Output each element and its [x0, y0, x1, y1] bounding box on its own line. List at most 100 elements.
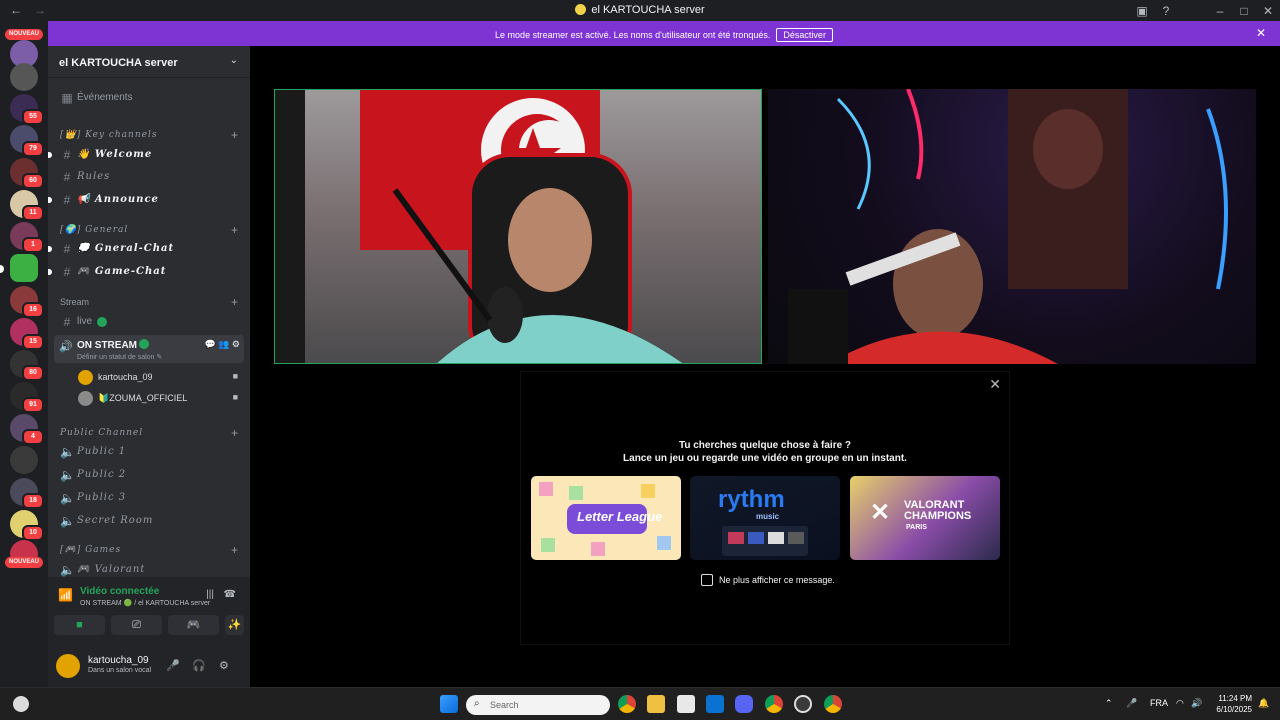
server-header[interactable]: el KARTOUCHA server ⌄	[48, 46, 250, 78]
notification-badge: 18	[22, 493, 44, 509]
channel-sidebar: el KARTOUCHA server ⌄ ▦ Événements [👑] K…	[48, 46, 250, 687]
notification-badge: 15	[22, 334, 44, 350]
channel-rules[interactable]: # Rules	[48, 168, 250, 186]
add-channel-icon[interactable]: +	[231, 426, 238, 440]
store-icon[interactable]	[677, 695, 695, 713]
settings-gear-icon[interactable]: ⚙	[219, 659, 229, 672]
avatar	[78, 370, 93, 385]
voice-panel: 📶 Vidéo connectée ON STREAM 🟢 / el KARTO…	[48, 577, 250, 687]
avatar	[78, 391, 93, 406]
camera-button[interactable]: ■	[54, 615, 105, 635]
notification-bell-icon[interactable]: 🔔	[1258, 698, 1269, 709]
disable-streamer-button[interactable]: Désactiver	[776, 28, 833, 42]
voice-public-1[interactable]: 🔈 Public 1	[48, 443, 250, 461]
user-status: Dans un salon vocal	[88, 667, 152, 674]
effects-button[interactable]: ✨	[225, 615, 244, 635]
server-avatar-active[interactable]	[10, 254, 38, 282]
close-icon[interactable]: ✕	[989, 376, 1001, 393]
voice-public-2[interactable]: 🔈 Public 2	[48, 466, 250, 484]
activity-card-rythm[interactable]: rythm music	[690, 476, 840, 560]
activity-card-letter-league[interactable]: Letter League	[531, 476, 681, 560]
banner-text: Le mode streamer est activé. Les noms d'…	[495, 30, 771, 40]
channel-status[interactable]: Définir un statut de salon ✎	[77, 353, 162, 361]
outlook-icon[interactable]	[706, 695, 724, 713]
chrome-icon[interactable]	[765, 695, 783, 713]
chrome-icon[interactable]	[824, 695, 842, 713]
chevron-down-icon[interactable]: ⌄	[230, 55, 238, 66]
discord-icon[interactable]	[735, 695, 753, 713]
card-subtitle: PARIS	[906, 524, 927, 531]
calendar-icon: ▦	[61, 91, 73, 105]
windows-taskbar: ⌕ Search ⌃ 🎤 FRA ◠ 🔊 11:24 PM 6/10/2025 …	[0, 687, 1280, 720]
selected-pill	[0, 265, 4, 273]
maximize-icon[interactable]: □	[1232, 4, 1256, 18]
microphone-icon[interactable]: 🎤	[166, 659, 180, 672]
headphones-icon[interactable]: 🎧	[192, 659, 206, 672]
taskbar-search[interactable]: ⌕ Search	[466, 695, 610, 715]
start-icon[interactable]	[440, 695, 458, 713]
video-tile-1[interactable]	[274, 89, 762, 364]
widgets-icon[interactable]	[13, 696, 29, 712]
voice-connected-label: Vidéo connectée	[80, 586, 160, 597]
category-games[interactable]: [🎮] Games +	[48, 542, 250, 560]
add-channel-icon[interactable]: +	[231, 128, 238, 142]
channel-welcome[interactable]: # 👋 Welcome	[48, 146, 250, 164]
add-channel-icon[interactable]: +	[231, 295, 238, 309]
popup-title: Tu cherches quelque chose à faire ?	[678, 440, 852, 451]
channel-announce[interactable]: # 📢 Announce	[48, 191, 250, 209]
chevron-up-icon[interactable]: ⌃	[1105, 698, 1113, 709]
channel-game-chat[interactable]: # 🎮 Game-Chat	[48, 263, 250, 281]
activity-button[interactable]: 🎮	[168, 615, 219, 635]
category-stream[interactable]: Stream +	[48, 294, 250, 312]
microphone-icon[interactable]: 🎤	[1126, 698, 1137, 709]
speaker-icon: 🔈	[60, 563, 75, 577]
speaker-icon: 🔈	[60, 445, 75, 459]
voice-public-3[interactable]: 🔈 Public 3	[48, 489, 250, 507]
avatar[interactable]	[56, 654, 80, 678]
channel-gneral-chat[interactable]: # 💭 Gneral-Chat	[48, 240, 250, 258]
file-explorer-icon[interactable]	[647, 695, 665, 713]
wifi-icon[interactable]: ◠	[1176, 698, 1184, 709]
voice-secret-room[interactable]: 🔈 Secret Room	[48, 512, 250, 530]
server-name: el KARTOUCHA server	[59, 57, 178, 69]
app-icon[interactable]	[794, 695, 812, 713]
voice-user[interactable]: 🔰ZOUMA_OFFICIEL ■	[76, 390, 244, 408]
volume-icon[interactable]: 🔊	[1191, 698, 1202, 709]
add-channel-icon[interactable]: +	[231, 543, 238, 557]
streamer-mode-banner: Le mode streamer est activé. Les noms d'…	[48, 21, 1280, 46]
language-indicator[interactable]: FRA	[1150, 698, 1168, 708]
video-tile-2[interactable]	[768, 89, 1256, 364]
category-key-channels[interactable]: [👑] Key channels +	[48, 127, 250, 145]
dont-show-label[interactable]: Ne plus afficher ce message.	[719, 575, 835, 585]
close-window-icon[interactable]: ✕	[1256, 4, 1280, 18]
inbox-icon[interactable]: ▣	[1130, 4, 1154, 18]
soundboard-icon[interactable]: |||	[206, 589, 214, 600]
minimize-icon[interactable]: –	[1208, 4, 1232, 18]
channel-actions[interactable]: 💬 👥 ⚙	[205, 339, 240, 350]
activity-card-valorant[interactable]: VALORANT CHAMPIONS PARIS ✕	[850, 476, 1000, 560]
voice-channel-label[interactable]: ON STREAM 🟢 / el KARTOUCHA server	[80, 599, 210, 607]
events-item[interactable]: ▦ Événements	[48, 89, 250, 107]
category-public[interactable]: Public Channel +	[48, 425, 250, 443]
close-banner-icon[interactable]: ✕	[1256, 26, 1266, 40]
dont-show-checkbox[interactable]	[701, 574, 713, 586]
chrome-icon[interactable]	[618, 695, 636, 713]
clock[interactable]: 11:24 PM 6/10/2025	[1216, 693, 1252, 715]
screen-share-button[interactable]: ⎚	[111, 615, 162, 635]
voice-user[interactable]: kartoucha_09 ■	[76, 369, 244, 387]
disconnect-icon[interactable]: ☎	[224, 589, 236, 600]
notification-badge: 79	[22, 141, 44, 157]
title-bar: ← → el KARTOUCHA server ▣ ? – □ ✕	[0, 0, 1280, 21]
card-title: VALORANT CHAMPIONS	[904, 499, 972, 522]
hashtag-icon: #	[63, 193, 71, 207]
server-avatar[interactable]	[10, 446, 38, 474]
speaker-icon: 🔈	[60, 468, 75, 482]
new-badge: NOUVEAU	[5, 557, 43, 568]
category-general[interactable]: [🌍] General +	[48, 222, 250, 240]
channel-live[interactable]: # live	[48, 313, 250, 331]
server-avatar[interactable]	[10, 63, 38, 91]
hashtag-icon: #	[63, 170, 71, 184]
help-icon[interactable]: ?	[1154, 4, 1178, 18]
voice-channel-on-stream[interactable]: 🔊 ON STREAM Définir un statut de salon ✎…	[54, 335, 244, 363]
add-channel-icon[interactable]: +	[231, 223, 238, 237]
